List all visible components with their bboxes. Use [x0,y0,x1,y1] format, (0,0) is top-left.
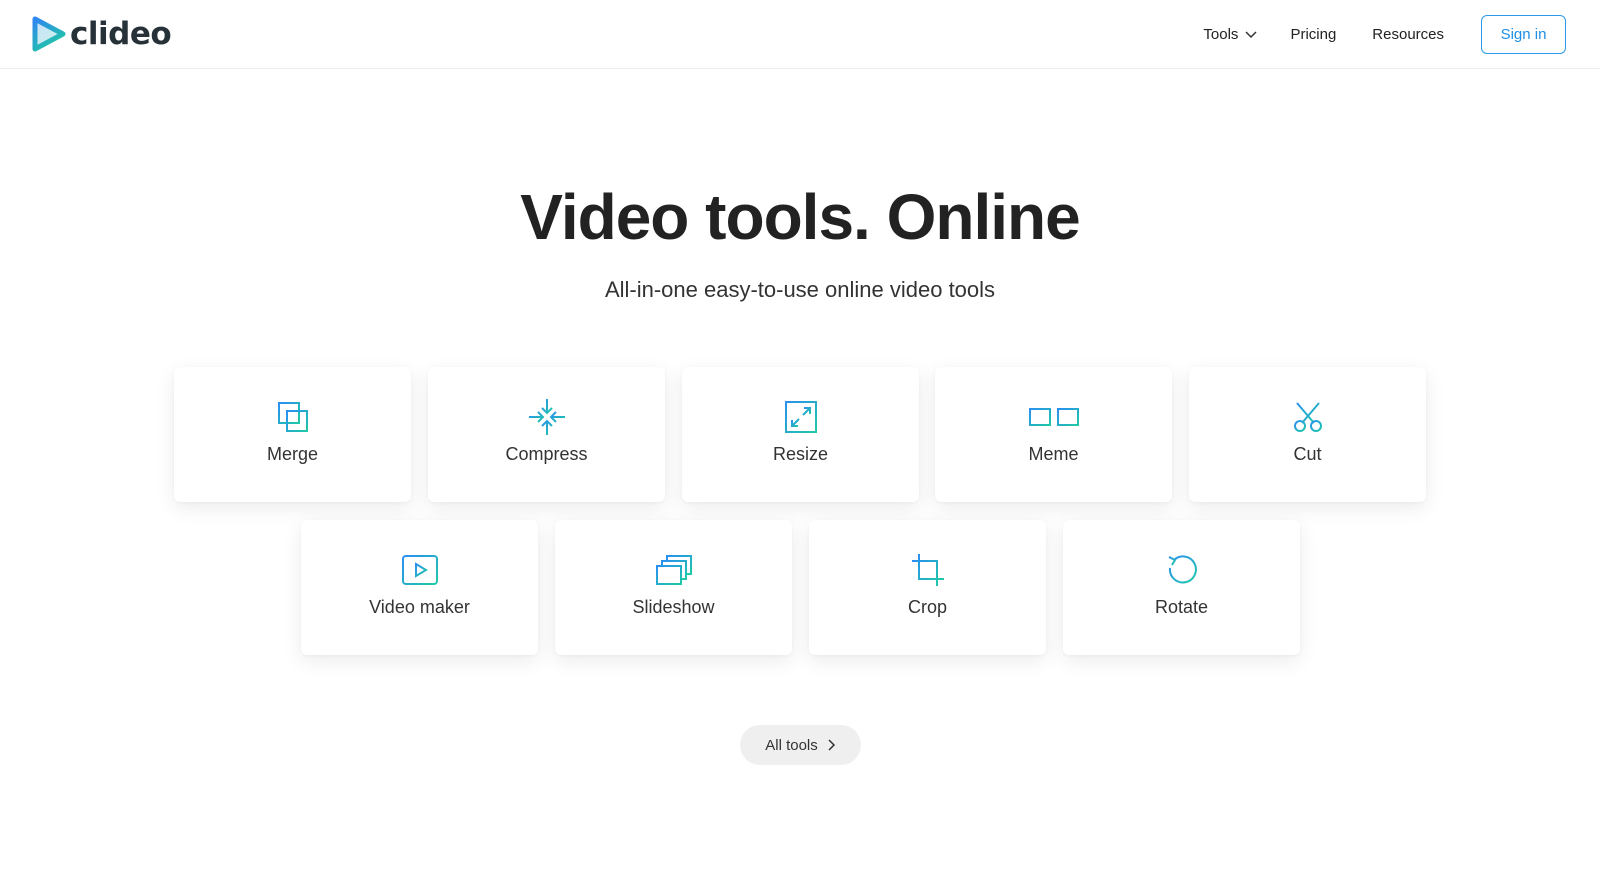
logo-text: clideo [70,16,172,52]
tool-label: Rotate [1154,597,1209,617]
tool-card-rotate[interactable]: Rotate [1063,520,1300,655]
tool-label: Compress [505,444,588,464]
tool-label: Resize [772,444,829,464]
tool-label: Crop [907,597,947,617]
nav-tools-label: Tools [1203,25,1239,43]
merge-icon [277,402,308,432]
page-title: Video tools. Online [520,181,1080,253]
all-tools-label: All tools [765,736,818,754]
tool-card-resize[interactable]: Resize [682,367,919,502]
tool-label: Cut [1293,444,1322,464]
slideshow-icon [655,555,692,585]
resize-icon [784,401,817,433]
nav-pricing-label: Pricing [1290,25,1337,43]
tool-label: Meme [1028,444,1079,464]
signin-button[interactable]: Sign in [1481,14,1566,54]
logo[interactable]: clideo [32,16,172,52]
tool-card-video-maker[interactable]: Video maker [301,520,538,655]
header: clideo Tools Pricing Resources Sign in [0,0,1600,69]
meme-icon [1024,408,1083,426]
tool-card-crop[interactable]: Crop [809,520,1046,655]
rotate-icon [1168,555,1197,584]
tool-card-slideshow[interactable]: Slideshow [555,520,792,655]
page-subtitle: All-in-one easy-to-use online video tool… [604,277,996,302]
crop-icon [911,554,944,586]
tool-label: Video maker [369,597,470,617]
nav-resources-label: Resources [1372,25,1444,43]
tool-label: Merge [266,444,319,464]
nav-resources[interactable]: Resources [1372,26,1444,43]
tool-card-merge[interactable]: Merge [174,367,411,502]
nav-pricing[interactable]: Pricing [1290,26,1336,43]
tool-card-compress[interactable]: Compress [428,367,665,502]
chevron-right-icon [828,739,835,751]
all-tools-button[interactable]: All tools [740,725,861,765]
tool-label: Slideshow [632,597,715,617]
cut-icon [1293,402,1322,432]
video-maker-icon [401,555,438,585]
compress-icon [528,399,565,435]
nav-tools[interactable]: Tools [1203,26,1258,43]
tool-card-meme[interactable]: Meme [935,367,1172,502]
tool-card-cut[interactable]: Cut [1189,367,1426,502]
chevron-down-icon [1245,31,1257,39]
logo-play-icon [32,16,66,52]
main-nav: Tools Pricing Resources Sign in [1203,0,1566,68]
